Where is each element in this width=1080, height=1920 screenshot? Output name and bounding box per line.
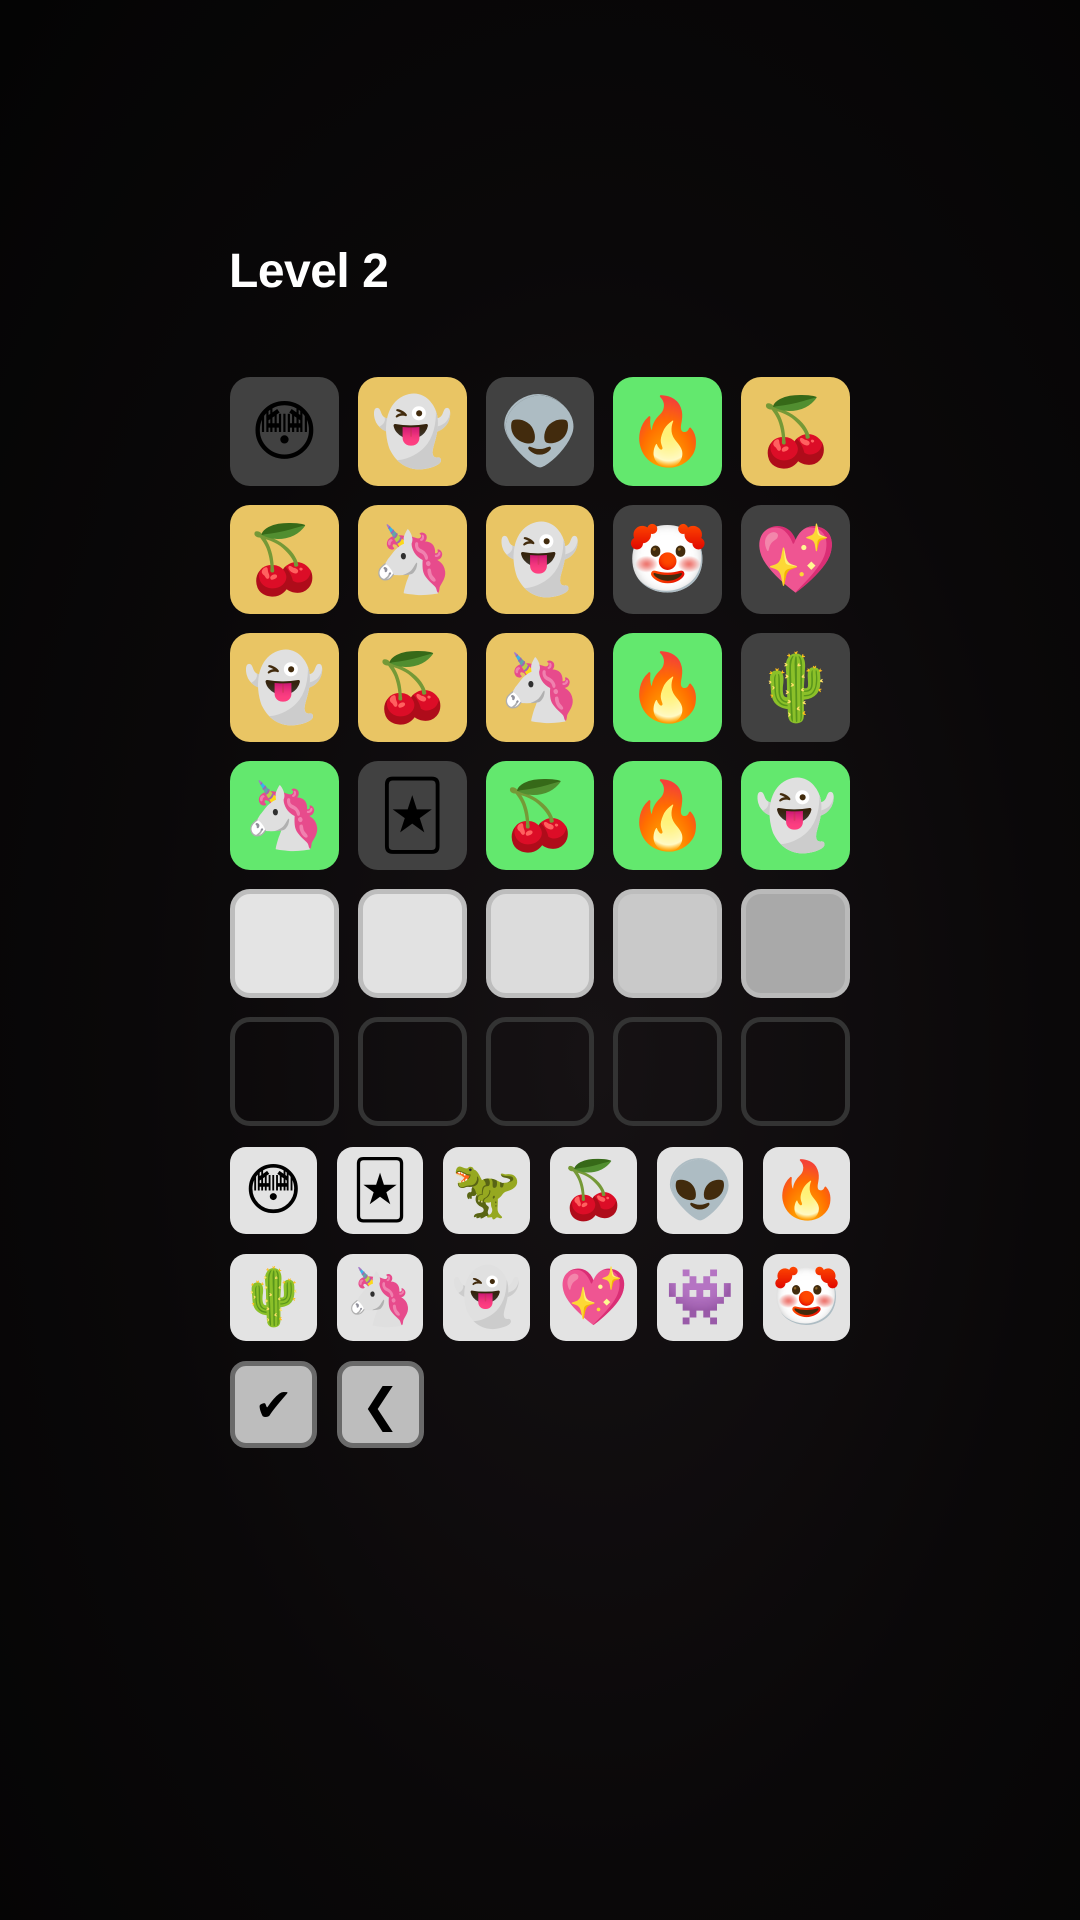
empty-slot xyxy=(357,1017,467,1126)
keyboard-row: 😳 🃏 🦖 🍒 👽 🔥 xyxy=(230,1147,851,1234)
input-slot xyxy=(485,889,595,998)
board-row-4: 🦄 🃏 🍒 🔥 👻 xyxy=(230,761,850,870)
tile-alien-icon: 👽 xyxy=(485,377,595,486)
tile-unicorn-icon: 🦄 xyxy=(485,633,595,742)
key-alien-icon[interactable]: 👽 xyxy=(656,1147,744,1234)
key-flushed-face-icon[interactable]: 😳 xyxy=(230,1147,317,1234)
key-clown-face-icon[interactable]: 🤡 xyxy=(763,1254,851,1341)
key-unicorn-icon[interactable]: 🦄 xyxy=(336,1254,424,1341)
tile-cherries-icon: 🍒 xyxy=(741,377,850,486)
empty-slot xyxy=(485,1017,595,1126)
board-row-1: 😳 👻 👽 🔥 🍒 xyxy=(230,377,850,486)
board-row-5 xyxy=(230,889,850,998)
emoji-keyboard: 😳 🃏 🦖 🍒 👽 🔥 🌵 🦄 👻 💖 👾 🤡 ✔ ❮ xyxy=(230,1147,851,1468)
tile-cherries-icon: 🍒 xyxy=(357,633,467,742)
empty-slot xyxy=(230,1017,339,1126)
key-joker-icon[interactable]: 🃏 xyxy=(336,1147,424,1234)
tile-cherries-icon: 🍒 xyxy=(485,761,595,870)
input-slot xyxy=(741,889,850,998)
key-sparkling-heart-icon[interactable]: 💖 xyxy=(550,1254,637,1341)
board-row-3: 👻 🍒 🦄 🔥 🌵 xyxy=(230,633,850,742)
board-row-2: 🍒 🦄 👻 🤡 💖 xyxy=(230,505,850,614)
tile-ghost-icon: 👻 xyxy=(230,633,339,742)
input-slot xyxy=(613,889,723,998)
key-cherries-icon[interactable]: 🍒 xyxy=(550,1147,637,1234)
tile-unicorn-icon: 🦄 xyxy=(230,761,339,870)
key-ghost-icon[interactable]: 👻 xyxy=(443,1254,531,1341)
tile-sparkling-heart-icon: 💖 xyxy=(741,505,850,614)
tile-ghost-icon: 👻 xyxy=(485,505,595,614)
tile-fire-icon: 🔥 xyxy=(613,761,723,870)
key-alien-monster-icon[interactable]: 👾 xyxy=(656,1254,744,1341)
empty-slot xyxy=(741,1017,850,1126)
keyboard-row: 🌵 🦄 👻 💖 👾 🤡 xyxy=(230,1254,851,1341)
empty-slot xyxy=(613,1017,723,1126)
tile-unicorn-icon: 🦄 xyxy=(357,505,467,614)
board-row-6 xyxy=(230,1017,850,1126)
level-title: Level 2 xyxy=(229,245,389,298)
keyboard-action-row: ✔ ❮ xyxy=(230,1361,850,1448)
input-slot xyxy=(230,889,339,998)
key-fire-icon[interactable]: 🔥 xyxy=(763,1147,851,1234)
tile-fire-icon: 🔥 xyxy=(613,377,723,486)
tile-ghost-icon: 👻 xyxy=(741,761,850,870)
tile-ghost-icon: 👻 xyxy=(357,377,467,486)
key-t-rex-icon[interactable]: 🦖 xyxy=(443,1147,531,1234)
tile-cactus-icon: 🌵 xyxy=(741,633,850,742)
tile-fire-icon: 🔥 xyxy=(613,633,723,742)
back-button[interactable]: ❮ xyxy=(337,1361,424,1448)
checkmark-icon: ✔ xyxy=(254,1377,293,1432)
input-slot xyxy=(357,889,467,998)
tile-joker-icon: 🃏 xyxy=(357,761,467,870)
guess-board: 😳 👻 👽 🔥 🍒 🍒 🦄 👻 🤡 💖 👻 🍒 🦄 🔥 🌵 🦄 🃏 🍒 🔥 👻 xyxy=(230,377,850,1145)
submit-button[interactable]: ✔ xyxy=(230,1361,317,1448)
chevron-left-icon: ❮ xyxy=(361,1377,400,1432)
tile-flushed-face-icon: 😳 xyxy=(230,377,339,486)
key-cactus-icon[interactable]: 🌵 xyxy=(230,1254,317,1341)
tile-cherries-icon: 🍒 xyxy=(230,505,339,614)
tile-clown-face-icon: 🤡 xyxy=(613,505,723,614)
